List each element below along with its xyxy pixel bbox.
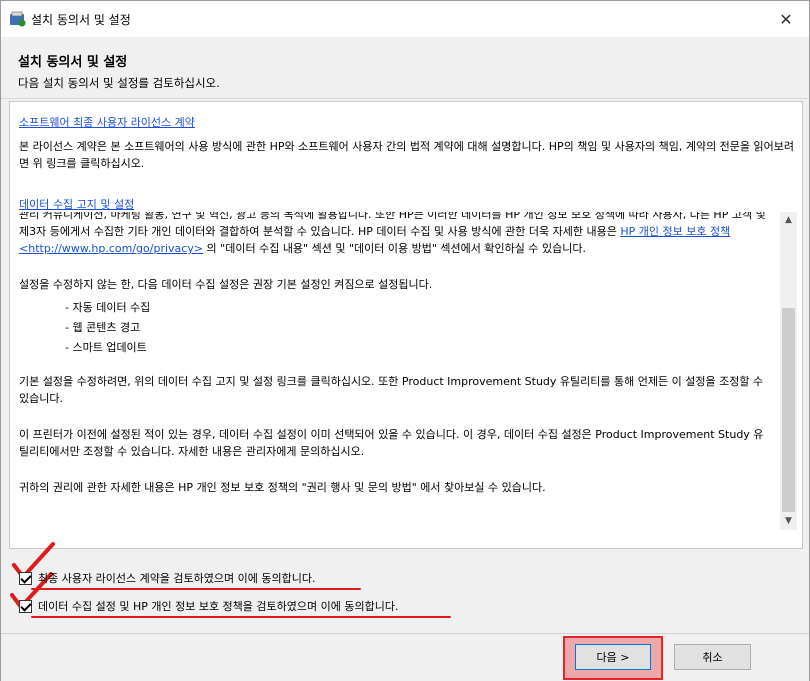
page-subtitle: 다음 설치 동의서 및 설정를 검토하십시오. — [18, 76, 220, 90]
agreement-checkboxes: 최종 사용자 라이선스 계약을 검토하였으며 이에 동의합니다. 데이터 수집 … — [1, 542, 809, 633]
default-settings-text: 설정을 수정하지 않는 한, 다음 데이터 수집 설정은 권장 기본 설정인 켜… — [19, 278, 433, 291]
previous-setup-text: 이 프린터가 이전에 설정된 적이 있는 경우, 데이터 수집 설정이 이미 선… — [19, 428, 764, 458]
privacy-agree-checkbox[interactable] — [19, 599, 32, 613]
privacy-agree-row[interactable]: 데이터 수집 설정 및 HP 개인 정보 보호 정책을 검토하였으며 이에 동의… — [19, 598, 398, 614]
privacy-text-box[interactable]: 관리 커뮤니케이션, 마케팅 활동, 연구 및 혁신, 광고 등의 목적에 활용… — [11, 212, 801, 530]
title-bar: 설치 동의서 및 설정 ✕ — [1, 1, 809, 37]
next-button[interactable]: 다음 > — [575, 644, 651, 670]
window-title: 설치 동의서 및 설정 — [31, 13, 131, 27]
list-item: - 자동 데이터 수집 — [65, 301, 151, 314]
page-header: 설치 동의서 및 설정 다음 설치 동의서 및 설정를 검토하십시오. — [1, 37, 809, 99]
settings-list: - 자동 데이터 수집 - 웹 콘텐츠 경고 - 스마트 업데이트 — [65, 298, 771, 358]
scroll-up-icon[interactable]: ▲ — [780, 212, 797, 229]
hp-installer-icon — [10, 11, 26, 27]
eula-agree-checkbox[interactable] — [19, 571, 32, 585]
eula-agree-row[interactable]: 최종 사용자 라이선스 계약을 검토하였으며 이에 동의합니다. — [19, 570, 315, 586]
installer-window: 설치 동의서 및 설정 ✕ 설치 동의서 및 설정 다음 설치 동의서 및 설정… — [0, 0, 810, 681]
cancel-button[interactable]: 취소 — [674, 644, 751, 670]
red-underline-annotation — [31, 616, 451, 618]
list-item: - 웹 콘텐츠 경고 — [65, 321, 141, 334]
scrollbar-thumb[interactable] — [782, 308, 795, 512]
scroll-down-icon[interactable]: ▼ — [780, 513, 797, 530]
eula-link[interactable]: 소프트웨어 최종 사용자 라이선스 계약 — [19, 114, 195, 130]
privacy-settings-link[interactable]: 데이터 수집 고지 및 설정 — [19, 196, 134, 212]
vertical-scrollbar[interactable]: ▲ ▼ — [780, 212, 797, 530]
close-icon[interactable]: ✕ — [763, 1, 809, 37]
page-title: 설치 동의서 및 설정 — [18, 55, 128, 70]
eula-description: 본 라이선스 계약은 본 소프트웨어의 사용 방식에 관한 HP와 소프트웨어 … — [19, 140, 795, 170]
rights-text: 귀하의 권리에 관한 자세한 내용은 HP 개인 정보 보호 정책의 "권리 행… — [19, 481, 546, 494]
button-bar: 다음 > 취소 — [1, 633, 809, 681]
red-underline-annotation — [31, 588, 361, 590]
eula-agree-label[interactable]: 최종 사용자 라이선스 계약을 검토하였으며 이에 동의합니다. — [38, 570, 315, 586]
privacy-paragraph: 관리 커뮤니케이션, 마케팅 활동, 연구 및 혁신, 광고 등의 목적에 활용… — [19, 212, 766, 255]
modify-settings-text: 기본 설정을 수정하려면, 위의 데이터 수집 고지 및 설정 링크를 클릭하십… — [19, 375, 764, 405]
list-item: - 스마트 업데이트 — [65, 341, 147, 354]
privacy-agree-label[interactable]: 데이터 수집 설정 및 HP 개인 정보 보호 정책을 검토하였으며 이에 동의… — [38, 598, 398, 614]
agreement-panel: 소프트웨어 최종 사용자 라이선스 계약 본 라이선스 계약은 본 소프트웨어의… — [9, 101, 803, 549]
